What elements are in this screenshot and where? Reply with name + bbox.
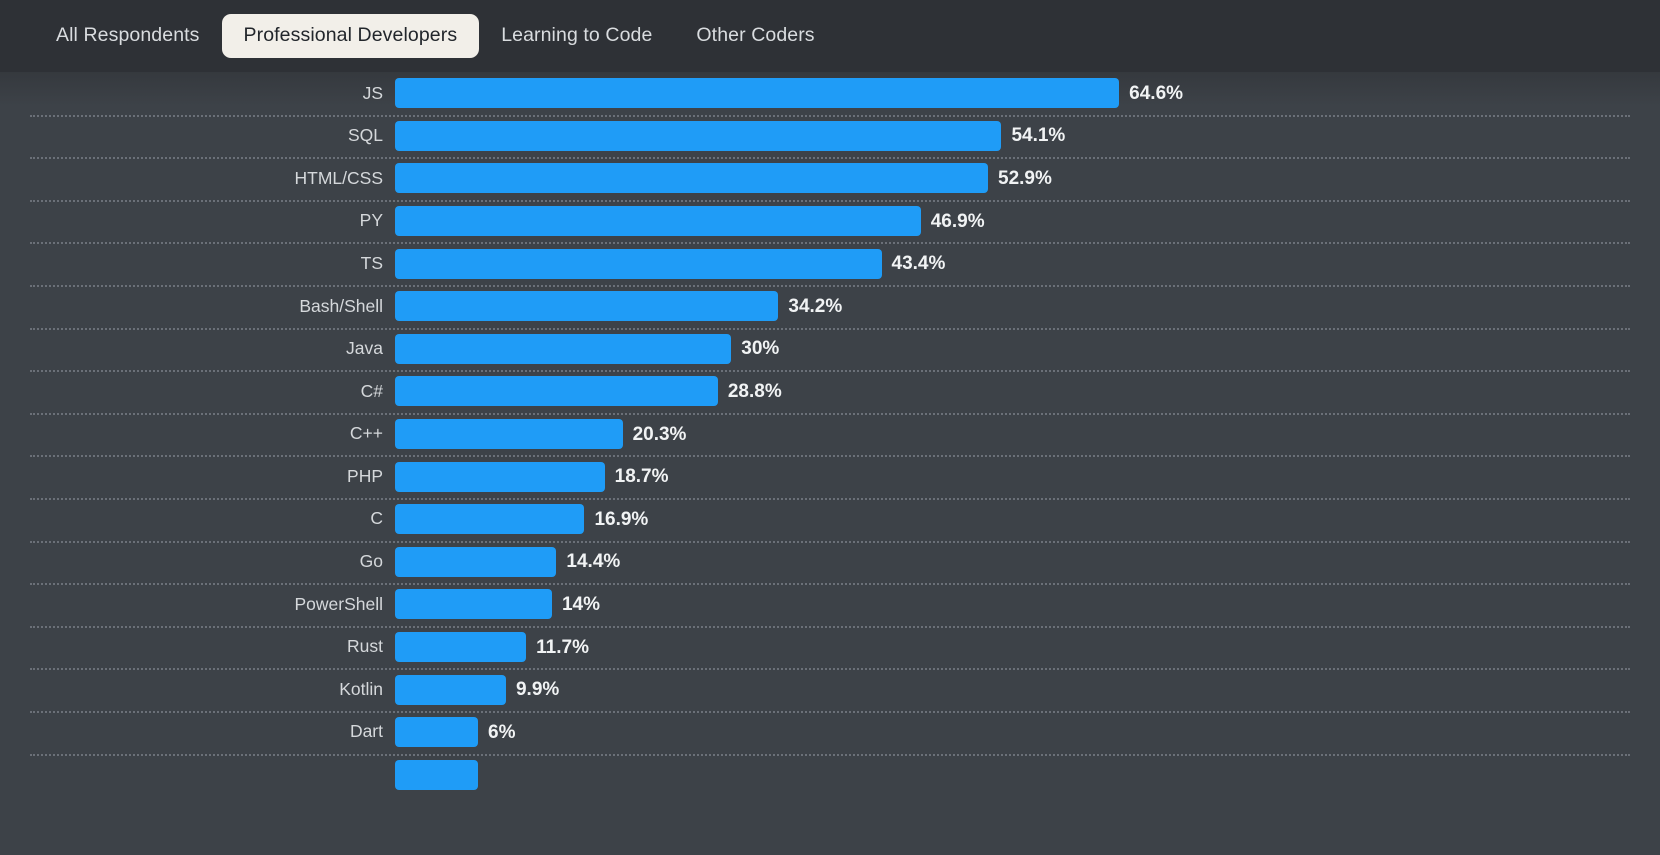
bar[interactable] — [395, 717, 478, 748]
bar-row-label: C — [370, 508, 383, 529]
bar-row-label: C++ — [349, 423, 383, 444]
bar-row-label: PHP — [347, 465, 383, 486]
bar-value-label: 30% — [741, 338, 780, 360]
bar-value-label: 16.9% — [594, 508, 649, 530]
bar[interactable] — [395, 376, 718, 407]
bar-chart: JS 64.6% SQL 54.1% HTML/CSS 52.9% PY 46.9% TS 43.… — [0, 72, 1660, 855]
bar-value-label: 11.7% — [536, 636, 589, 658]
bar[interactable] — [395, 419, 623, 450]
tab-other-coders[interactable]: Other Coders — [674, 14, 836, 58]
bar[interactable] — [395, 78, 1120, 109]
bar-row[interactable]: Kotlin 9.9% — [0, 668, 1660, 711]
bar-row[interactable]: Dart 6% — [0, 710, 1660, 754]
bar-wrap: 28.8% — [395, 376, 1660, 407]
bar-wrap: 34.2% — [395, 291, 1660, 322]
bar-row[interactable]: PY 46.9% — [0, 199, 1660, 243]
bar[interactable] — [395, 589, 552, 620]
bar-wrap: 46.9% — [395, 206, 1660, 237]
tab-bar: All Respondents Professional Developers Le… — [0, 0, 1660, 72]
bar-row[interactable]: PowerShell 14% — [0, 583, 1660, 626]
bar-value-label: 54.1% — [1011, 125, 1066, 147]
bar-row-label: HTML/CSS — [294, 167, 383, 188]
bar-wrap: 9.9% — [395, 674, 1660, 705]
bar-value-label: 9.9% — [515, 679, 560, 701]
bar-row[interactable]: Bash/Shell 34.2% — [0, 284, 1660, 328]
bar-wrap: 43.4% — [395, 248, 1660, 279]
bar[interactable] — [395, 759, 478, 790]
bar[interactable] — [395, 333, 732, 364]
bar-row[interactable]: TS 43.4% — [0, 242, 1660, 285]
bar-row[interactable]: Go 14.4% — [0, 540, 1660, 584]
bar-wrap: 64.6% — [395, 78, 1660, 109]
bar-row-label: PowerShell — [294, 593, 383, 614]
bar-wrap: 52.9% — [395, 163, 1660, 194]
bar[interactable] — [395, 248, 882, 279]
bar-row-label: Dart — [349, 721, 383, 742]
bar-wrap: 11.7% — [395, 632, 1660, 663]
bar-value-label: 64.6% — [1129, 82, 1184, 104]
bar-row[interactable]: Java 30% — [0, 327, 1660, 371]
bar-value-label: 43.4% — [891, 253, 946, 275]
bar-row-label: Rust — [347, 636, 383, 657]
bar-value-label: 34.2% — [788, 295, 843, 317]
bar-row-label: JS — [362, 82, 383, 103]
bar-row-clipped[interactable] — [0, 753, 1660, 797]
bar-row-label: PY — [359, 210, 383, 231]
bar-wrap: 6% — [395, 717, 1660, 748]
bar-row-label: Bash/Shell — [299, 295, 383, 316]
bar-wrap: 54.1% — [395, 120, 1660, 151]
bar[interactable] — [395, 632, 527, 663]
bar-row-label: SQL — [347, 125, 383, 146]
bar-chart-rows: JS 64.6% SQL 54.1% HTML/CSS 52.9% PY 46.9% TS 43.… — [0, 72, 1660, 796]
bar-value-label: 20.3% — [632, 423, 687, 445]
bar[interactable] — [395, 461, 605, 492]
bar-row[interactable]: PHP 18.7% — [0, 455, 1660, 498]
bar-row-label: Go — [359, 551, 383, 572]
bar-row[interactable]: C++ 20.3% — [0, 412, 1660, 456]
tab-learning-to-code[interactable]: Learning to Code — [479, 14, 674, 58]
bar-row-label: TS — [360, 252, 383, 273]
bar-wrap: 18.7% — [395, 461, 1660, 492]
bar-value-label: 14% — [561, 593, 600, 615]
bar-row[interactable]: C 16.9% — [0, 497, 1660, 541]
bar-value-label: 52.9% — [998, 167, 1052, 189]
bar[interactable] — [395, 206, 921, 237]
bar-wrap: 16.9% — [395, 504, 1660, 535]
bar[interactable] — [395, 163, 988, 194]
bar-wrap: 14.4% — [395, 546, 1660, 577]
bar-row-label: Java — [346, 338, 383, 359]
bar-row[interactable]: SQL 54.1% — [0, 114, 1660, 158]
bar-value-label: 46.9% — [930, 210, 985, 232]
bar-row-label: C# — [360, 380, 383, 401]
bar-row[interactable]: C# 28.8% — [0, 370, 1660, 413]
bar-wrap: 14% — [395, 589, 1660, 620]
bar-value-label: 6% — [488, 721, 516, 743]
bar[interactable] — [395, 546, 557, 577]
tabs-container: All Respondents Professional Developers Le… — [34, 14, 837, 58]
bar-wrap: 30% — [395, 333, 1660, 364]
bar-row[interactable]: Rust 11.7% — [0, 625, 1660, 669]
bar-value-label: 14.4% — [566, 551, 621, 573]
bar-wrap: 20.3% — [395, 419, 1660, 450]
bar[interactable] — [395, 504, 585, 535]
bar[interactable] — [395, 674, 506, 705]
bar-wrap — [395, 759, 1660, 790]
bar-row[interactable]: JS 64.6% — [0, 72, 1660, 115]
bar-value-label: 28.8% — [727, 380, 782, 402]
bar-row[interactable]: HTML/CSS 52.9% — [0, 157, 1660, 200]
bar[interactable] — [395, 120, 1002, 151]
bar-value-label: 18.7% — [614, 466, 669, 488]
bar-row-label: Kotlin — [339, 678, 383, 699]
bar[interactable] — [395, 291, 779, 322]
tab-professional-developers[interactable]: Professional Developers — [221, 14, 480, 58]
tab-all-respondents[interactable]: All Respondents — [34, 14, 222, 58]
